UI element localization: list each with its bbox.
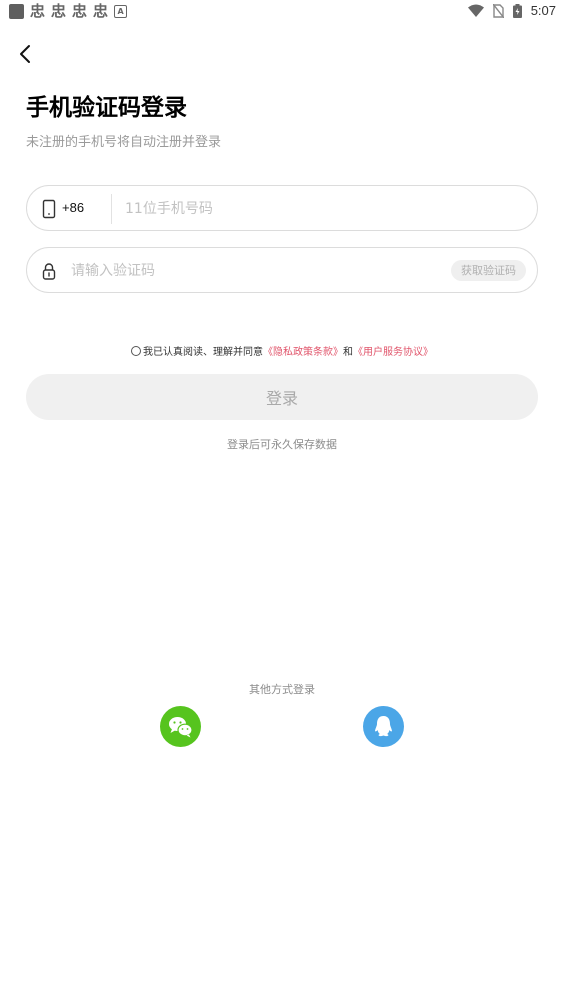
agreement-checkbox[interactable]: [131, 345, 141, 356]
other-login-label: 其他方式登录: [249, 683, 315, 696]
notification-glyph-icon: 忠: [30, 2, 46, 20]
get-code-button[interactable]: 获取验证码: [451, 260, 526, 281]
agreement-row: 我已认真阅读、理解并同意 《隐私政策条款》 和 《用户服务协议》: [0, 343, 564, 358]
wechat-login-button[interactable]: [160, 706, 201, 747]
phone-input[interactable]: [125, 198, 505, 220]
login-screen: 忠 忠 忠 忠 A 5:07 手机验证码登录 未注册的手机号将自动注册并登录 +…: [0, 0, 564, 1002]
app-notification-icon: [9, 4, 24, 19]
battery-icon: [512, 3, 522, 18]
lock-icon: [42, 263, 56, 280]
a-icon: A: [114, 5, 128, 18]
status-time: 5:07: [530, 3, 556, 18]
notification-glyph-icon: 忠: [51, 2, 67, 20]
user-agreement-link[interactable]: 《用户服务协议》: [353, 343, 433, 358]
save-data-note: 登录后可永久保存数据: [227, 438, 337, 451]
privacy-policy-link[interactable]: 《隐私政策条款》: [263, 343, 343, 358]
page-subtitle: 未注册的手机号将自动注册并登录: [26, 135, 222, 150]
login-button[interactable]: 登录: [26, 374, 538, 420]
status-system: 5:07: [467, 3, 556, 18]
notification-glyph-icon: 忠: [93, 2, 109, 20]
verification-code-input[interactable]: [71, 260, 411, 282]
status-notifications: 忠 忠 忠 忠 A: [9, 2, 128, 20]
page-title: 手机验证码登录: [26, 95, 187, 121]
country-code[interactable]: +86: [62, 200, 84, 215]
qq-login-button[interactable]: [363, 706, 404, 747]
phone-field: +86: [26, 185, 538, 231]
verification-code-field: 获取验证码: [26, 247, 538, 293]
status-bar: 忠 忠 忠 忠 A 5:07: [0, 0, 564, 24]
notification-glyph-icon: 忠: [72, 2, 88, 20]
back-button[interactable]: [16, 42, 38, 66]
wifi-icon: [467, 4, 484, 17]
agreement-text: 我已认真阅读、理解并同意: [143, 347, 263, 358]
no-sim-icon: [492, 3, 504, 18]
chevron-left-icon: [20, 45, 30, 63]
qq-icon: [375, 716, 392, 737]
wechat-icon: [169, 717, 193, 738]
agreement-conjunction: 和: [343, 347, 353, 358]
phone-icon: [42, 199, 56, 219]
field-divider: [111, 194, 112, 224]
